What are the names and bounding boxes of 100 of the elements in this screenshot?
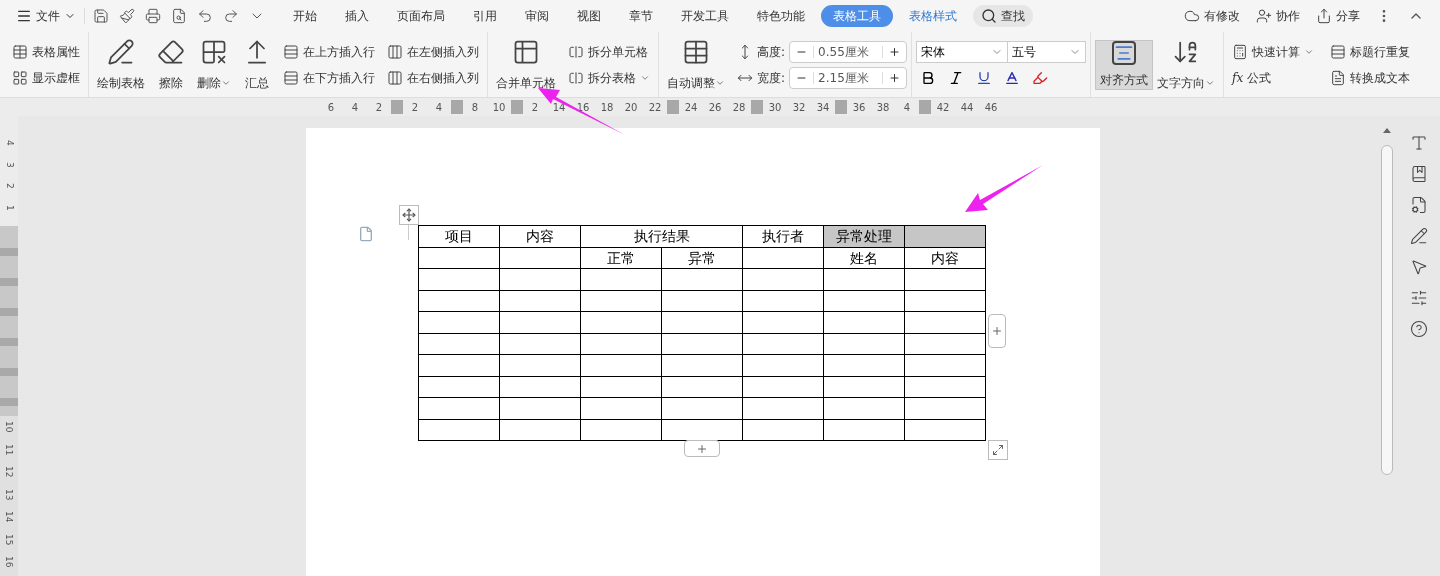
table-cell[interactable] (499, 397, 581, 419)
table-cell[interactable] (904, 354, 986, 376)
table-cell[interactable]: 项目 (418, 225, 500, 247)
table-cell[interactable]: 姓名 (823, 247, 905, 269)
table-cell[interactable] (580, 290, 662, 312)
header-action[interactable]: 有修改 (1184, 7, 1240, 25)
ribbon-tab[interactable]: 表格样式 (897, 5, 969, 27)
save-button[interactable] (93, 8, 109, 24)
ribbon-button[interactable]: 删除 (193, 37, 235, 92)
table-cell[interactable] (580, 397, 662, 419)
table-cell[interactable]: 执行者 (742, 225, 824, 247)
ribbon-button[interactable]: 绘制表格 (93, 37, 149, 92)
table-cell[interactable] (742, 268, 824, 290)
table-cell[interactable] (418, 376, 500, 398)
table-cell[interactable] (580, 333, 662, 355)
table-cell[interactable] (418, 354, 500, 376)
align-button[interactable]: 对齐方式 (1095, 39, 1154, 90)
table-cell[interactable] (499, 290, 581, 312)
document-bookmark-tool[interactable] (1410, 165, 1428, 183)
table-cell[interactable] (742, 333, 824, 355)
table-cell[interactable] (742, 247, 824, 269)
table-cell[interactable] (580, 376, 662, 398)
ribbon-button[interactable]: 拆分表格 (564, 66, 654, 89)
formula-button[interactable]: fx 公式 (1228, 66, 1319, 89)
ruler-column-marker[interactable] (835, 100, 847, 114)
table-cell[interactable] (904, 397, 986, 419)
print-button[interactable] (145, 8, 161, 24)
help-tool[interactable] (1410, 320, 1428, 338)
table-cell[interactable] (823, 397, 905, 419)
table-cell[interactable] (823, 290, 905, 312)
resize-handle-icon[interactable] (988, 440, 1008, 460)
table-cell[interactable]: 内容 (904, 247, 986, 269)
table-cell[interactable] (904, 268, 986, 290)
ruler-column-marker[interactable] (751, 100, 763, 114)
table-cell[interactable]: 执行结果 (580, 225, 743, 247)
table-cell[interactable] (580, 311, 662, 333)
table-cell[interactable] (499, 311, 581, 333)
highlight-icon[interactable] (1032, 69, 1049, 86)
table-cell[interactable] (499, 247, 581, 269)
table-cell[interactable] (418, 290, 500, 312)
table-cell[interactable] (418, 247, 500, 269)
size-stepper[interactable]: 0.55厘米 (789, 40, 908, 63)
ribbon-tab[interactable]: 开始 (281, 5, 329, 27)
ruler-column-marker[interactable] (391, 100, 403, 114)
ruler-column-marker[interactable] (511, 100, 523, 114)
ribbon-tab[interactable]: 审阅 (513, 5, 561, 27)
table-cell[interactable] (499, 376, 581, 398)
table-cell[interactable] (661, 311, 743, 333)
text-tool[interactable] (1410, 134, 1428, 152)
table-cell[interactable] (499, 419, 581, 441)
table-cell[interactable] (823, 376, 905, 398)
table-cell[interactable] (661, 376, 743, 398)
table-cell[interactable]: 正常 (580, 247, 662, 269)
table-cell[interactable] (823, 419, 905, 441)
ribbon-tab[interactable]: 开发工具 (669, 5, 741, 27)
table-cell[interactable] (499, 268, 581, 290)
sliders-tool[interactable] (1410, 289, 1428, 307)
pointer-tool[interactable] (1410, 258, 1428, 276)
ribbon-button[interactable]: 在右侧插入列 (383, 66, 483, 89)
table-cell[interactable] (904, 419, 986, 441)
table-cell[interactable] (904, 333, 986, 355)
scrollbar-thumb[interactable] (1381, 145, 1393, 475)
ribbon-button[interactable]: 在左侧插入列 (383, 40, 483, 63)
ribbon-button[interactable]: 汇总 (239, 37, 275, 92)
ribbon-button[interactable]: 转换成文本 (1326, 66, 1417, 89)
table-cell[interactable]: 异常 (661, 247, 743, 269)
table-cell[interactable] (823, 311, 905, 333)
table-cell[interactable] (823, 268, 905, 290)
table-cell[interactable] (418, 397, 500, 419)
ribbon-tab[interactable]: 特色功能 (745, 5, 817, 27)
table-cell[interactable] (823, 333, 905, 355)
ribbon-button[interactable]: 擦除 (153, 37, 189, 92)
ribbon-button[interactable]: 快速计算 (1228, 40, 1319, 63)
ribbon-button[interactable]: 在上方插入行 (279, 40, 379, 63)
table-cell[interactable] (742, 354, 824, 376)
ribbon-button[interactable]: 显示虚框 (8, 66, 84, 89)
ribbon-tab[interactable]: 引用 (461, 5, 509, 27)
table-cell[interactable]: 内容 (499, 225, 581, 247)
table-cell[interactable] (742, 311, 824, 333)
pen-tool[interactable] (1410, 227, 1428, 245)
ribbon-button[interactable]: 合并单元格 (492, 37, 560, 92)
table-cell[interactable] (661, 397, 743, 419)
table-cell[interactable] (499, 333, 581, 355)
print-preview-button[interactable] (171, 8, 187, 24)
ribbon-tab[interactable]: 视图 (565, 5, 613, 27)
table-cell[interactable] (661, 268, 743, 290)
table-cell[interactable] (661, 290, 743, 312)
ribbon-button[interactable]: 表格属性 (8, 40, 84, 63)
table-cell[interactable] (580, 419, 662, 441)
table-cell[interactable] (904, 290, 986, 312)
table-cell[interactable] (580, 354, 662, 376)
font-select[interactable]: 宋体 (916, 40, 1009, 63)
header-action[interactable]: 协作 (1256, 7, 1300, 25)
ribbon-button[interactable]: 自动调整 (663, 37, 729, 92)
table-cell[interactable] (742, 376, 824, 398)
scroll-up-icon[interactable] (1383, 128, 1391, 133)
file-menu[interactable]: 文件 (8, 7, 84, 25)
font-color-icon[interactable] (1004, 69, 1021, 86)
ruler-column-marker[interactable] (451, 100, 463, 114)
table-cell[interactable] (904, 376, 986, 398)
